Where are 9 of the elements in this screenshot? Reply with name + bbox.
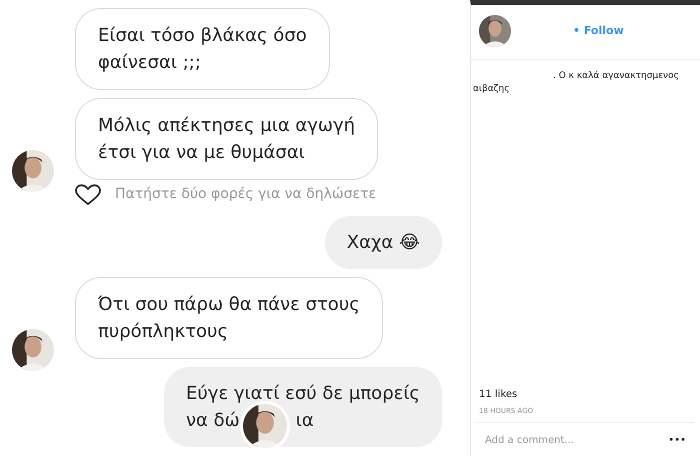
message-bubble: Μόλις απέκτησες μια αγωγή έτσι για να με θυμάσαι [75,98,378,180]
likes-count: 11 likes [478,388,518,402]
heart-icon[interactable] [75,184,101,206]
message-bubble: Ότι σου πάρω θα πάνε στους πυρόπληκτους [75,277,383,359]
message-bubble: Είσαι τόσο βλάκας όσο φαίνεσαι ;;; [75,8,330,90]
post-caption: . Ο κ καλά αγανακτησμενος αιβαζης [472,70,680,96]
more-button[interactable]: ••• [668,433,686,448]
message-bubble: Χαχα 😂 [324,216,442,269]
like-hint-text: Πατήστε δύο φορές για να δηλώσετε [115,185,376,204]
